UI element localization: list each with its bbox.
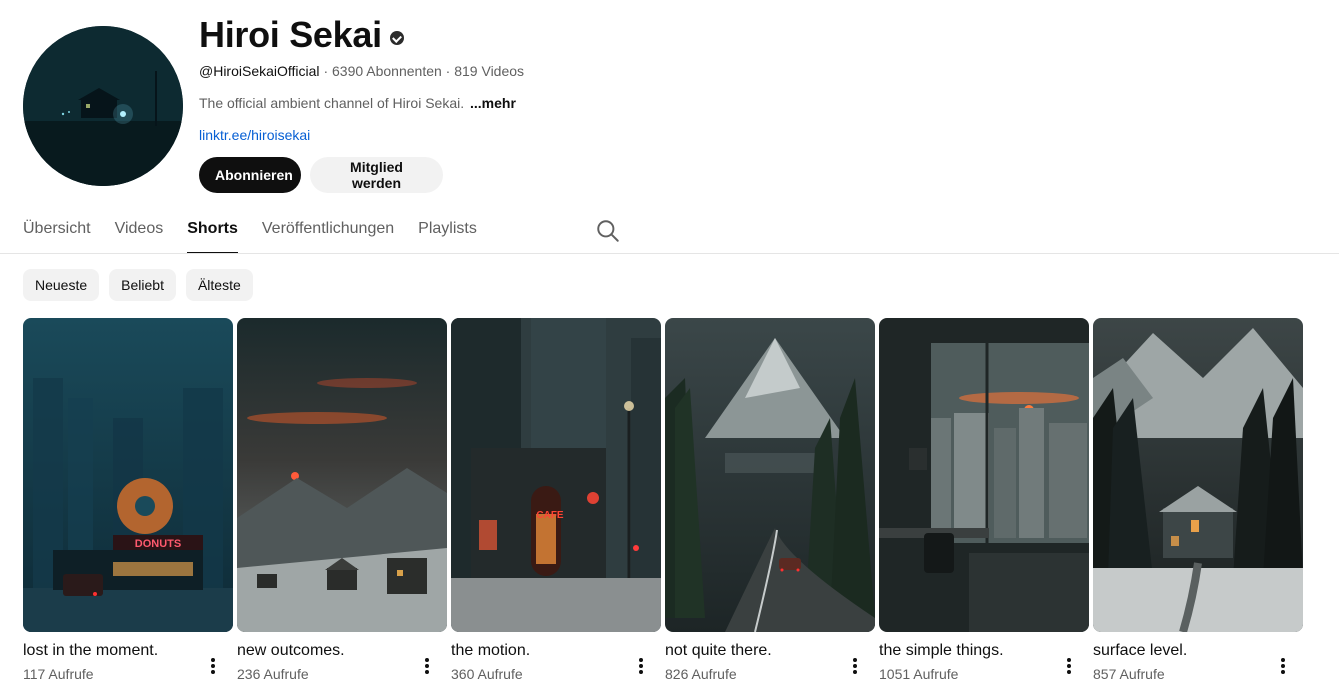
short-item[interactable]: the simple things. 1051 Aufrufe [879,318,1089,687]
channel-tabs: Übersicht Videos Shorts Veröffentlichung… [23,210,621,254]
short-thumbnail[interactable]: CAFE [451,318,661,632]
verified-check-icon [389,31,404,45]
tab-shorts[interactable]: Shorts [187,210,238,254]
chip-newest[interactable]: Neueste [23,269,100,301]
short-info: lost in the moment. 117 Aufrufe [23,642,233,687]
more-options-icon[interactable] [205,656,221,676]
short-item[interactable]: not quite there. 826 Aufrufe [665,318,875,687]
short-info: surface level. 857 Aufrufe [1093,642,1303,687]
join-member-button[interactable]: Mitglied werden [310,157,443,193]
subscribe-button[interactable]: Abonnieren [199,157,301,193]
tab-playlists[interactable]: Playlists [418,210,477,254]
sort-chips: Neueste Beliebt Älteste [23,269,253,301]
more-options-icon[interactable] [847,656,863,676]
short-thumbnail[interactable] [237,318,447,632]
short-title[interactable]: lost in the moment. [23,642,233,660]
channel-name-text: Hiroi Sekai [199,14,382,55]
channel-description[interactable]: The official ambient channel of Hiroi Se… [199,95,516,111]
short-views: 236 Aufrufe [237,666,309,682]
more-options-icon[interactable] [1275,656,1291,676]
short-item[interactable]: new outcomes. 236 Aufrufe [237,318,447,687]
short-info: new outcomes. 236 Aufrufe [237,642,447,687]
meta-separator: · [323,63,332,79]
avatar-night-house-image [23,26,183,186]
channel-title: Hiroi Sekai [199,14,404,56]
more-options-icon[interactable] [633,656,649,676]
short-info: the simple things. 1051 Aufrufe [879,642,1089,687]
subscriber-count: 6390 Abonnenten [332,63,442,79]
short-title[interactable]: surface level. [1093,642,1303,660]
short-thumbnail[interactable]: DONUTS [23,318,233,632]
more-options-icon[interactable] [419,656,435,676]
short-item[interactable]: CAFE the motion. 360 Aufrufe [451,318,661,687]
tab-videos[interactable]: Videos [115,210,164,254]
short-thumbnail[interactable] [665,318,875,632]
more-options-icon[interactable] [1061,656,1077,676]
short-item[interactable]: surface level. 857 Aufrufe [1093,318,1303,687]
short-title[interactable]: the motion. [451,642,661,660]
short-views: 826 Aufrufe [665,666,737,682]
search-icon[interactable] [595,218,621,244]
meta-separator: · [445,63,455,79]
tab-overview[interactable]: Übersicht [23,210,91,254]
cafe-sign: CAFE [536,510,564,521]
chip-oldest[interactable]: Älteste [185,269,253,301]
channel-external-link[interactable]: linktr.ee/hiroisekai [199,127,310,143]
donuts-sign: DONUTS [135,538,181,550]
short-thumbnail[interactable] [1093,318,1303,632]
short-views: 1051 Aufrufe [879,666,959,682]
short-title[interactable]: not quite there. [665,642,875,660]
short-info: the motion. 360 Aufrufe [451,642,661,687]
short-title[interactable]: new outcomes. [237,642,447,660]
video-count: 819 Videos [454,63,525,79]
channel-meta: @HiroiSekaiOfficial · 6390 Abonnenten · … [199,63,524,79]
more-link[interactable]: ...mehr [470,95,516,111]
description-text: The official ambient channel of Hiroi Se… [199,95,465,111]
channel-handle: @HiroiSekaiOfficial [199,63,320,79]
short-views: 360 Aufrufe [451,666,523,682]
channel-avatar [23,26,183,186]
short-info: not quite there. 826 Aufrufe [665,642,875,687]
chip-popular[interactable]: Beliebt [109,269,176,301]
short-item[interactable]: DONUTS lost in the moment. 117 Aufrufe [23,318,233,687]
short-thumbnail[interactable] [879,318,1089,632]
short-title[interactable]: the simple things. [879,642,1089,660]
tab-releases[interactable]: Veröffentlichungen [262,210,394,254]
shorts-grid: DONUTS lost in the moment. 117 Aufrufe n… [23,318,1307,687]
tabs-divider [0,253,1339,254]
short-views: 117 Aufrufe [23,666,94,682]
short-views: 857 Aufrufe [1093,666,1165,682]
